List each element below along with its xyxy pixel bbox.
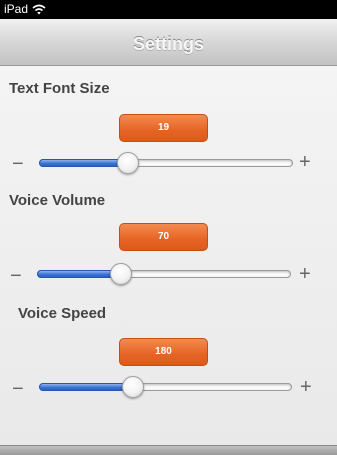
font-size-slider-thumb[interactable] <box>117 152 139 174</box>
voice-volume-label: Voice Volume <box>9 192 106 209</box>
voice-speed-decrease-button[interactable]: − <box>12 379 24 399</box>
settings-panel: Text Font Size 19 − + Voice Volume 70 − … <box>0 66 337 445</box>
voice-speed-slider-fill <box>39 383 135 391</box>
voice-speed-slider-thumb[interactable] <box>122 376 144 398</box>
navigation-bar: Settings <box>0 19 337 66</box>
font-size-decrease-button[interactable]: − <box>12 154 24 174</box>
font-size-increase-button[interactable]: + <box>299 152 311 172</box>
voice-speed-value-badge: 180 <box>119 338 208 366</box>
voice-speed-label: Voice Speed <box>18 305 107 322</box>
page-title: Settings <box>132 34 204 54</box>
voice-volume-decrease-button[interactable]: − <box>10 266 22 286</box>
voice-volume-value-badge: 70 <box>119 223 208 251</box>
font-size-slider-track[interactable] <box>39 159 293 167</box>
font-size-label: Text Font Size <box>9 80 110 97</box>
voice-volume-slider-thumb[interactable] <box>110 263 132 285</box>
device-name: iPad <box>4 2 29 16</box>
voice-volume-increase-button[interactable]: + <box>299 264 311 284</box>
voice-volume-slider-track[interactable] <box>37 270 291 278</box>
voice-speed-increase-button[interactable]: + <box>300 377 312 397</box>
voice-speed-slider-track[interactable] <box>39 383 292 391</box>
status-bar: iPad <box>0 0 337 19</box>
font-size-value-badge: 19 <box>119 114 208 142</box>
wifi-icon <box>32 4 46 15</box>
